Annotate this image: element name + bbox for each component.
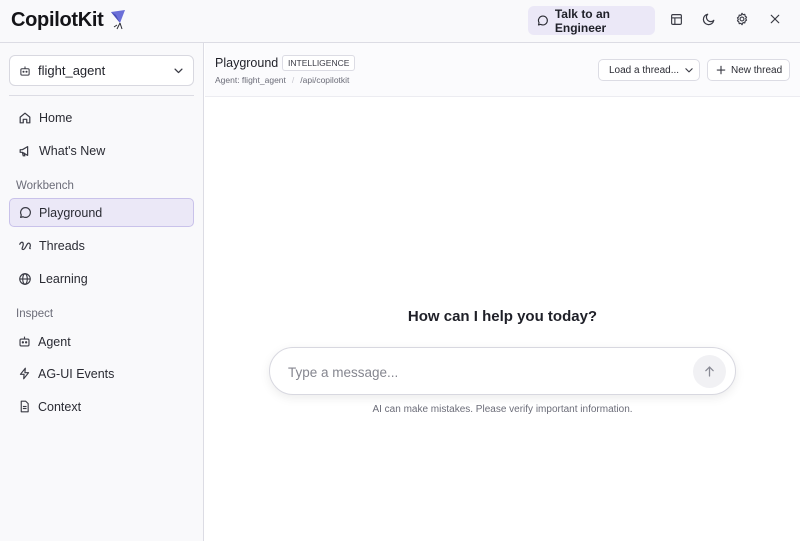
meta-separator: / [291,75,295,85]
bot-icon [20,66,30,76]
sidebar-item-threads[interactable]: Threads [9,231,194,260]
sidebar-item-agent[interactable]: Agent [9,327,194,356]
section-label-inspect: Inspect [16,308,54,320]
layout-icon [670,13,682,25]
message-composer [269,347,736,395]
kite-logo-icon [111,10,125,30]
disclaimer-text: AI can make mistakes. Please verify impo… [372,404,633,415]
zap-icon [19,367,30,380]
sidebar-item-label: What's New [39,143,106,158]
agent-name-text: Agent: flight_agent [215,75,286,85]
settings-button[interactable] [734,11,750,27]
chevron-down-icon [174,68,183,74]
moon-icon [702,13,715,26]
app-logo: CopilotKit [11,9,104,31]
sidebar-divider [9,95,194,96]
agent-select-value: flight_agent [38,63,106,78]
sidebar-item-context[interactable]: Context [9,392,194,421]
document-icon [20,400,29,413]
send-button[interactable] [693,355,726,388]
new-thread-label: New thread [731,64,783,76]
threads-icon [19,241,31,250]
main-header: Playground INTELLIGENCE Agent: flight_ag… [205,43,800,97]
sidebar-item-label: Agent [38,334,71,349]
chevron-down-icon [685,68,693,73]
load-thread-label: Load a thread... [609,64,680,76]
sidebar-item-label: Learning [39,271,88,286]
welcome-heading: How can I help you today? [407,308,598,325]
new-thread-button[interactable]: New thread [707,59,790,81]
close-icon [770,14,780,24]
agent-meta: Agent: flight_agent / /api/copilotkit [215,75,349,85]
endpoint-text: /api/copilotkit [300,75,350,85]
page-title: Playground [215,56,279,70]
arrow-up-icon [705,366,714,377]
gear-icon [736,12,748,26]
section-label-workbench: Workbench [16,180,74,192]
talk-button-label: Talk to an Engineer [554,6,610,35]
home-icon [19,112,31,123]
sidebar: flight_agent Home What's New Workbench P… [0,43,204,541]
sidebar-item-label: Home [39,110,73,125]
agent-select[interactable]: flight_agent [9,55,194,86]
status-badge: INTELLIGENCE [282,55,356,71]
load-thread-select[interactable]: Load a thread... [598,59,700,81]
sidebar-item-learning[interactable]: Learning [9,264,194,293]
bot-icon [19,336,30,347]
sidebar-item-whats-new[interactable]: What's New [9,136,194,165]
message-input[interactable] [288,362,678,382]
sidebar-item-label: Context [38,399,82,414]
sidebar-item-label: Playground [39,205,103,220]
megaphone-icon [19,145,29,156]
talk-to-engineer-button[interactable]: Talk to an Engineer [528,6,655,35]
layout-toggle-button[interactable] [668,11,684,27]
plus-icon [716,65,726,75]
chat-bubble-icon [537,15,548,26]
sidebar-item-label: AG-UI Events [38,366,115,381]
close-button[interactable] [767,11,783,27]
sidebar-item-label: Threads [39,238,85,253]
top-bar: CopilotKit Talk to an Engineer [0,0,800,43]
sidebar-item-home[interactable]: Home [9,103,194,132]
globe-icon [19,272,31,285]
sidebar-item-playground[interactable]: Playground [9,198,194,227]
theme-toggle-button[interactable] [701,11,717,27]
sidebar-item-ag-ui-events[interactable]: AG-UI Events [9,359,194,388]
chat-bubble-icon [20,207,31,218]
